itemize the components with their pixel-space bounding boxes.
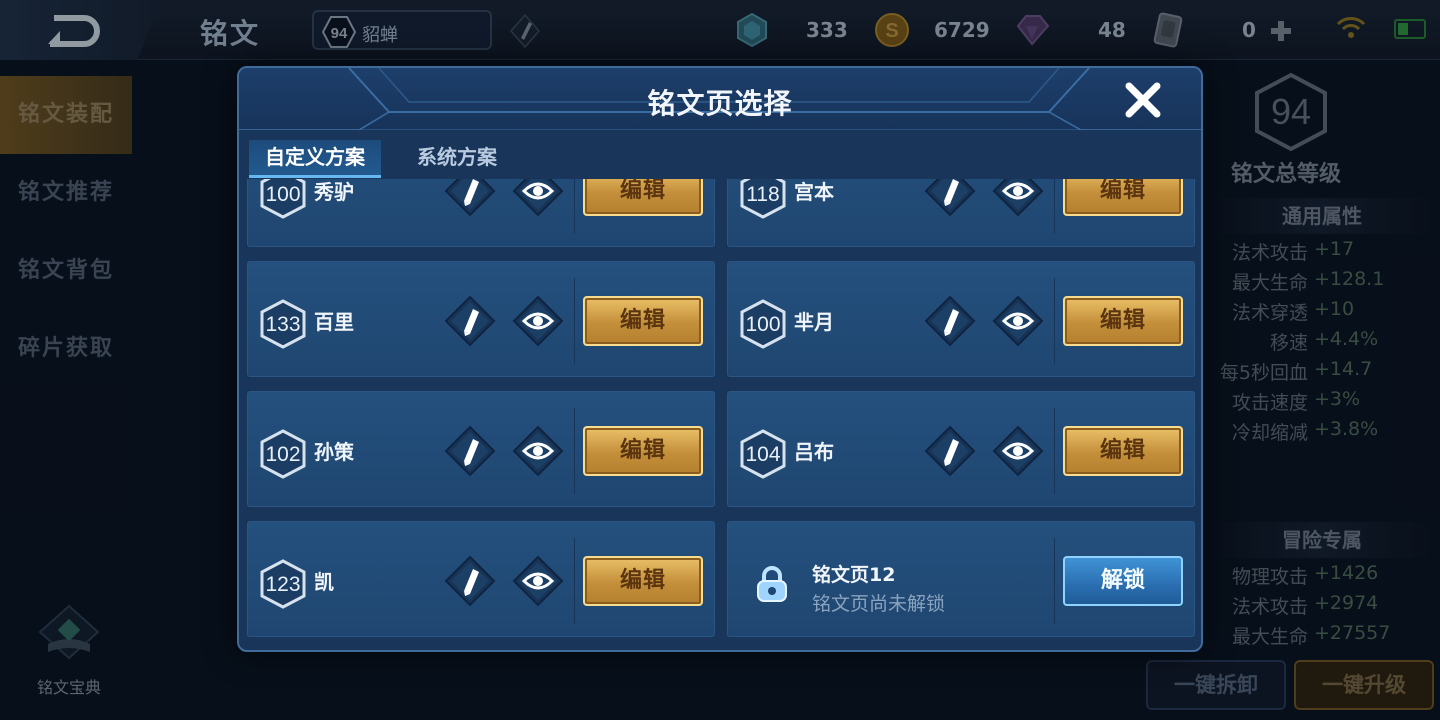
edit-button[interactable]: 编辑 [1063, 179, 1183, 216]
card-divider [1054, 278, 1055, 364]
page-level: 102 [265, 443, 301, 466]
tab-custom[interactable]: 自定义方案 [249, 140, 381, 178]
card-divider [574, 538, 575, 624]
rune-page-card[interactable]: 133 百里 编辑 [247, 261, 715, 377]
card-divider [574, 179, 575, 234]
preview-eye-icon[interactable] [512, 555, 564, 607]
edit-button[interactable]: 编辑 [583, 556, 703, 606]
page-name: 百里 [314, 310, 354, 334]
lock-icon [757, 566, 787, 602]
page-name: 孙策 [314, 440, 354, 464]
page-name: 吕布 [794, 440, 834, 464]
rename-pen-icon[interactable] [444, 295, 496, 347]
dialog-header: 铭文页选择 [239, 68, 1201, 130]
preview-eye-icon[interactable] [512, 295, 564, 347]
rune-page-card[interactable]: 118 宫本 编辑 [727, 179, 1195, 247]
dialog-title: 铭文页选择 [647, 87, 793, 120]
edit-button[interactable]: 编辑 [583, 296, 703, 346]
page-level: 118 [746, 183, 780, 206]
rename-pen-icon[interactable] [444, 179, 496, 217]
page-level: 133 [265, 313, 301, 336]
edit-button[interactable]: 编辑 [1063, 296, 1183, 346]
rune-page-select-dialog: 铭文页选择 自定义方案 系统方案 100 秀驴 编辑 118 宫本 编辑 133 百里 编辑 10… [237, 66, 1203, 652]
rune-page-list: 100 秀驴 编辑 118 宫本 编辑 133 百里 编辑 100 芈月 编辑 102 孙策 编辑 104 吕布… [247, 179, 1199, 649]
page-name: 芈月 [794, 310, 834, 334]
locked-page-subtitle: 铭文页尚未解锁 [812, 593, 946, 615]
edit-button[interactable]: 编辑 [583, 179, 703, 216]
tab-system[interactable]: 系统方案 [401, 140, 513, 178]
card-divider [1054, 538, 1055, 624]
card-divider [574, 278, 575, 364]
preview-eye-icon[interactable] [992, 425, 1044, 477]
rename-pen-icon[interactable] [444, 425, 496, 477]
rename-pen-icon[interactable] [924, 425, 976, 477]
page-level: 100 [265, 183, 301, 206]
card-divider [574, 408, 575, 494]
preview-eye-icon[interactable] [992, 179, 1044, 217]
preview-eye-icon[interactable] [512, 179, 564, 217]
rune-page-card[interactable]: 100 秀驴 编辑 [247, 179, 715, 247]
rename-pen-icon[interactable] [924, 179, 976, 217]
close-icon[interactable] [1123, 80, 1163, 120]
rename-pen-icon[interactable] [444, 555, 496, 607]
card-divider [1054, 179, 1055, 234]
edit-button[interactable]: 编辑 [583, 426, 703, 476]
card-divider [1054, 408, 1055, 494]
locked-page-card: 铭文页12 铭文页尚未解锁 解锁 [727, 521, 1195, 637]
page-name: 宫本 [794, 180, 834, 204]
rename-pen-icon[interactable] [924, 295, 976, 347]
preview-eye-icon[interactable] [512, 425, 564, 477]
unlock-button[interactable]: 解锁 [1063, 556, 1183, 606]
page-level: 100 [745, 313, 781, 336]
rune-page-card[interactable]: 100 芈月 编辑 [727, 261, 1195, 377]
page-level: 123 [265, 573, 301, 596]
preview-eye-icon[interactable] [992, 295, 1044, 347]
rune-page-card[interactable]: 102 孙策 编辑 [247, 391, 715, 507]
locked-page-title: 铭文页12 [812, 564, 896, 586]
page-name: 秀驴 [314, 180, 354, 204]
rune-page-card[interactable]: 104 吕布 编辑 [727, 391, 1195, 507]
page-level: 104 [745, 443, 781, 466]
page-name: 凯 [314, 570, 334, 594]
rune-page-card[interactable]: 123 凯 编辑 [247, 521, 715, 637]
edit-button[interactable]: 编辑 [1063, 426, 1183, 476]
